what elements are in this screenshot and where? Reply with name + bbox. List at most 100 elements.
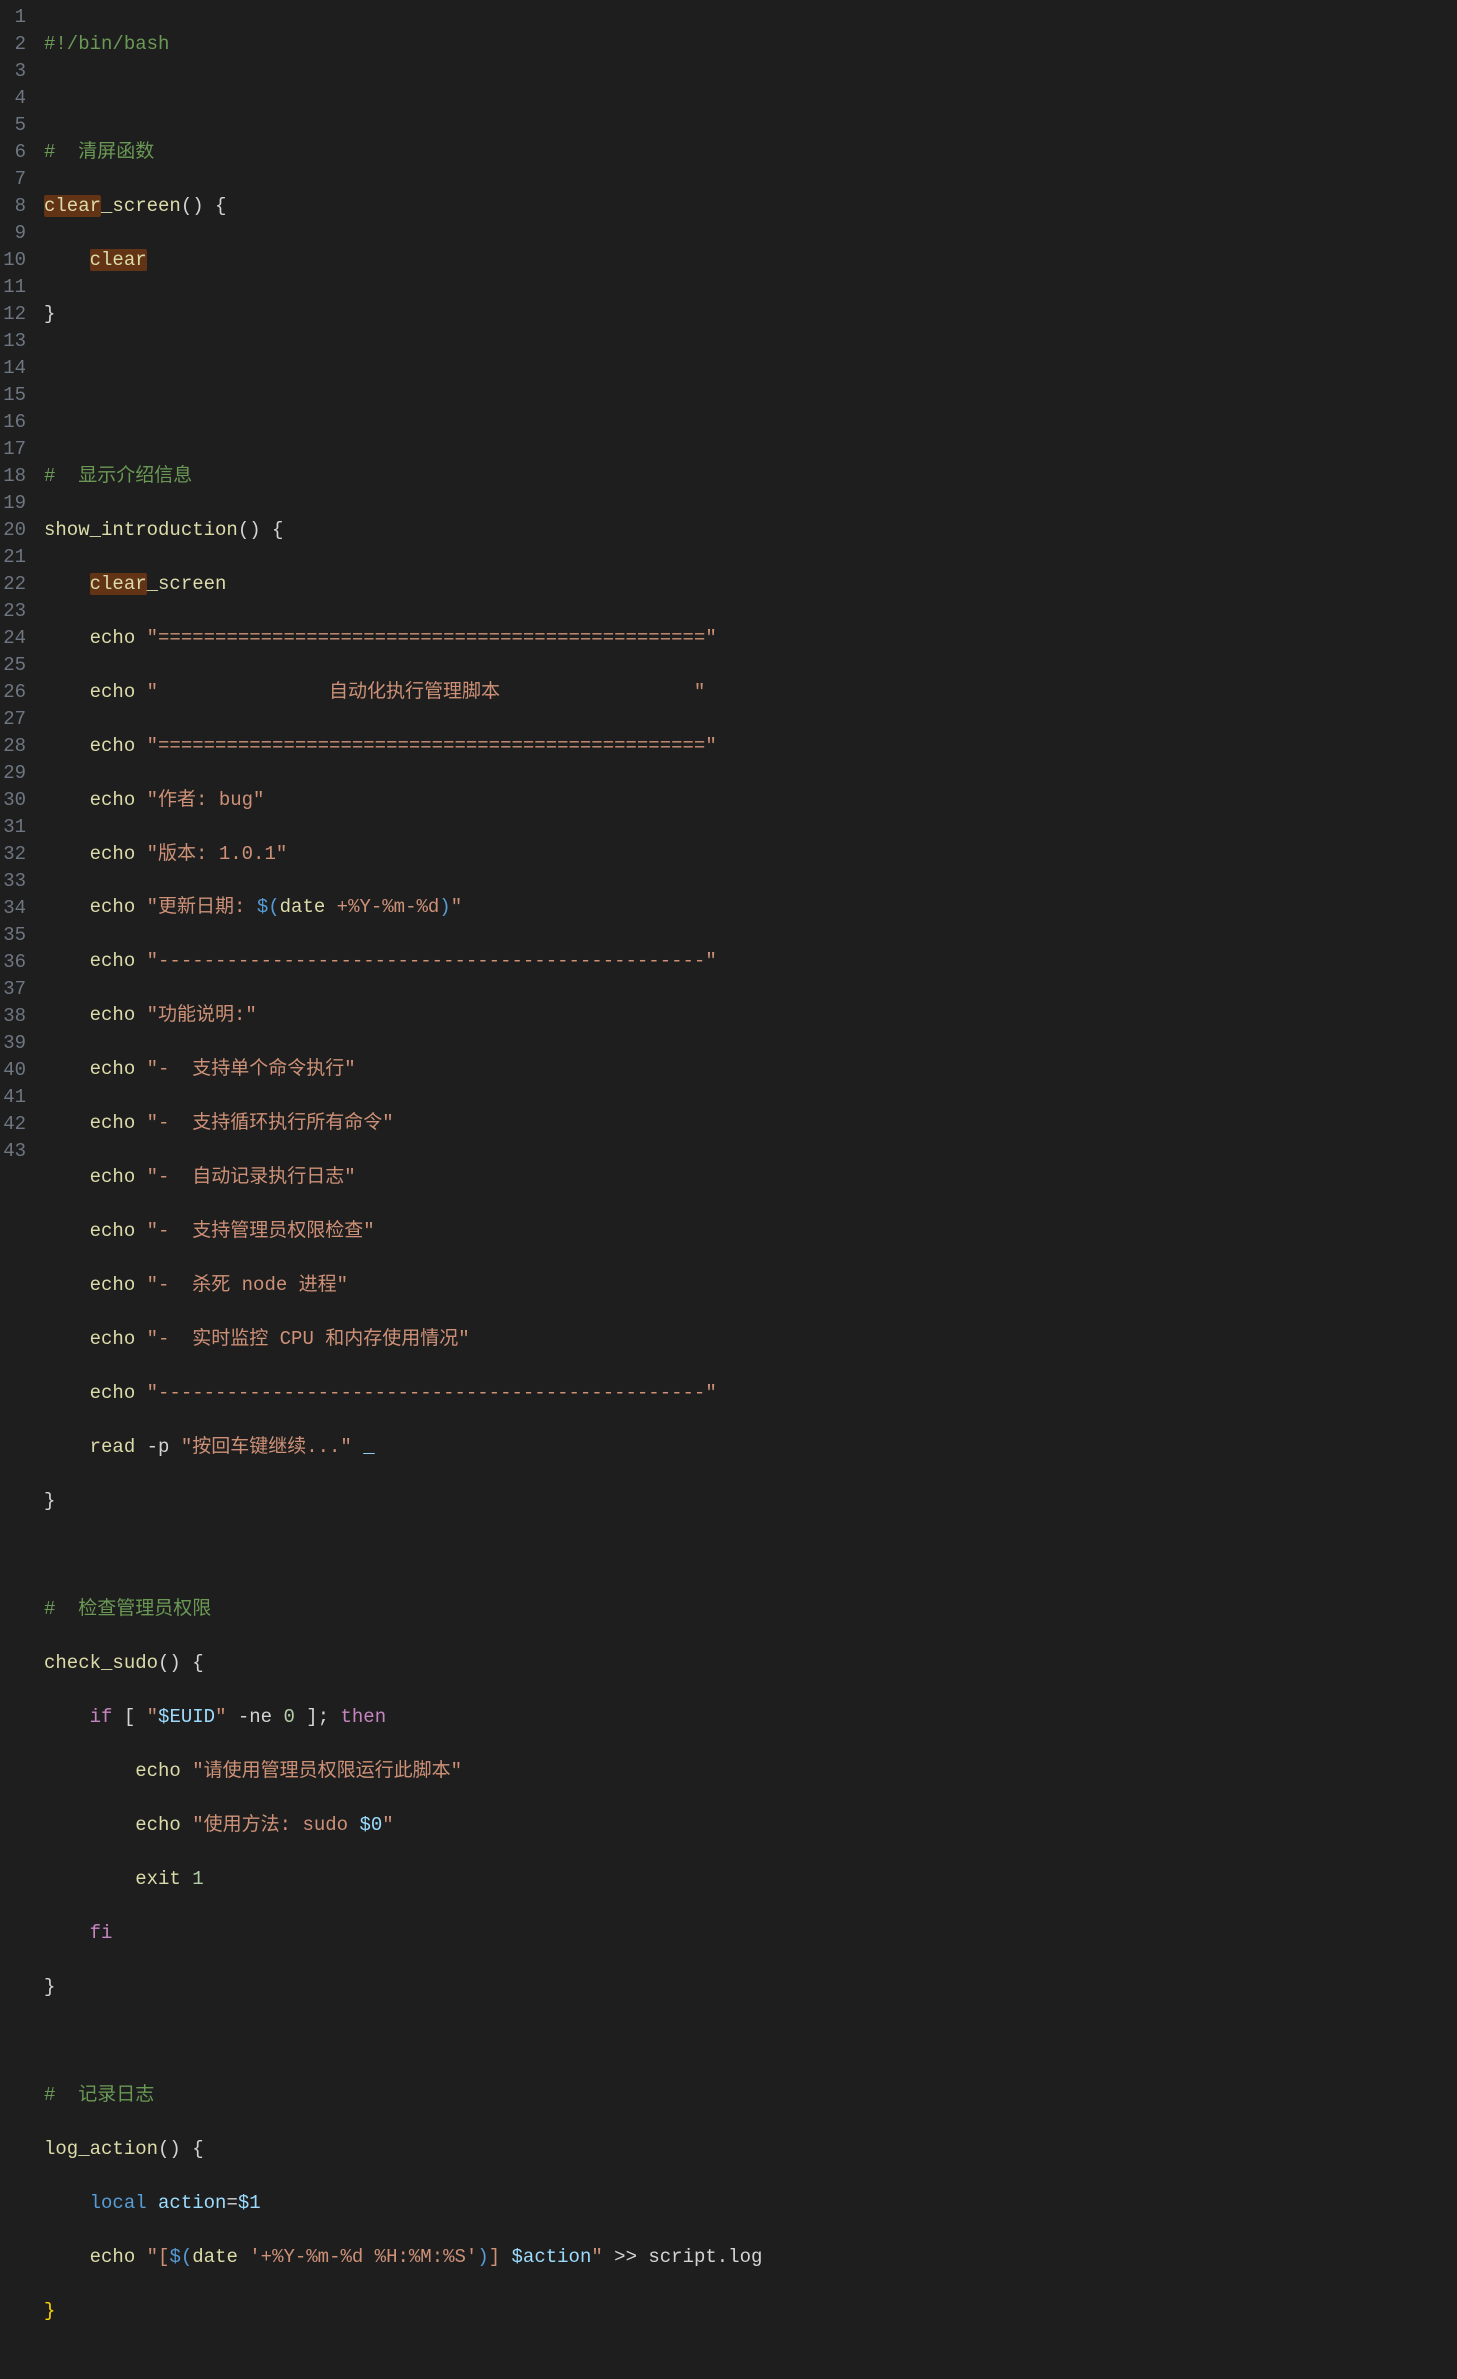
brace: } [44, 1976, 55, 1998]
operator: = [226, 2192, 237, 2214]
subshell-close: ) [439, 896, 450, 918]
command: echo [90, 1112, 136, 1134]
subshell-open: $( [257, 896, 280, 918]
line-number: 16 [0, 409, 34, 436]
line-number: 24 [0, 625, 34, 652]
quote: " [147, 1706, 158, 1728]
line-number: 14 [0, 355, 34, 382]
line-number: 11 [0, 274, 34, 301]
string: +%Y-%m-%d [325, 896, 439, 918]
command: echo [90, 627, 136, 649]
line-number-gutter: 1234567891011121314151617181920212223242… [0, 0, 34, 1667]
line-number: 33 [0, 868, 34, 895]
variable: $1 [238, 2192, 261, 2214]
func-name: check_sudo [44, 1652, 158, 1674]
line-number: 31 [0, 814, 34, 841]
shebang: #!/bin/bash [44, 33, 169, 55]
func-name: show_introduction [44, 519, 238, 541]
command: echo [90, 1328, 136, 1350]
line-number: 29 [0, 760, 34, 787]
variable: $action [512, 2246, 592, 2268]
command: echo [135, 1760, 181, 1782]
line-number: 13 [0, 328, 34, 355]
line-number: 19 [0, 490, 34, 517]
string: "---------------------------------------… [147, 1382, 717, 1404]
line-number: 41 [0, 1084, 34, 1111]
command: echo [90, 789, 136, 811]
string: "使用方法: sudo [192, 1814, 359, 1836]
code-content[interactable]: #!/bin/bash # 清屏函数 clear_screen() { clea… [34, 0, 1457, 1667]
line-number: 23 [0, 598, 34, 625]
line-number: 40 [0, 1057, 34, 1084]
string: " [451, 896, 462, 918]
func-name: _screen [101, 195, 181, 217]
operator: -ne [226, 1706, 283, 1728]
comment: # 清屏函数 [44, 141, 154, 163]
command: echo [90, 896, 136, 918]
line-number: 4 [0, 85, 34, 112]
command: echo [90, 1382, 136, 1404]
line-number: 34 [0, 895, 34, 922]
line-number: 37 [0, 976, 34, 1003]
command: clear [90, 573, 147, 595]
punct: () { [158, 2138, 204, 2160]
line-number: 30 [0, 787, 34, 814]
line-number: 35 [0, 922, 34, 949]
line-number: 26 [0, 679, 34, 706]
brace: } [44, 1490, 55, 1512]
string: "功能说明:" [147, 1004, 257, 1026]
command: date [192, 2246, 238, 2268]
line-number: 36 [0, 949, 34, 976]
command: echo [90, 735, 136, 757]
command: echo [90, 1220, 136, 1242]
command: echo [90, 1004, 136, 1026]
string: "- 支持单个命令执行" [147, 1058, 356, 1080]
string: "作者: bug" [147, 789, 265, 811]
command: echo [90, 681, 136, 703]
string: "- 支持管理员权限检查" [147, 1220, 375, 1242]
string: "=======================================… [147, 627, 717, 649]
line-number: 39 [0, 1030, 34, 1057]
line-number: 25 [0, 652, 34, 679]
punct: () { [181, 195, 227, 217]
func-name: clear [44, 195, 101, 217]
subshell-close: ) [477, 2246, 488, 2268]
string: " [591, 2246, 602, 2268]
comment: # 显示介绍信息 [44, 465, 192, 487]
line-number: 28 [0, 733, 34, 760]
line-number: 22 [0, 571, 34, 598]
line-number: 9 [0, 220, 34, 247]
line-number: 7 [0, 166, 34, 193]
string: "- 自动记录执行日志" [147, 1166, 356, 1188]
line-number: 42 [0, 1111, 34, 1138]
line-number: 8 [0, 193, 34, 220]
line-number: 21 [0, 544, 34, 571]
line-number: 5 [0, 112, 34, 139]
keyword-then: then [341, 1706, 387, 1728]
punct: () { [158, 1652, 204, 1674]
command: echo [90, 1058, 136, 1080]
func-name: log_action [44, 2138, 158, 2160]
line-number: 3 [0, 58, 34, 85]
command: echo [90, 950, 136, 972]
command: exit [135, 1868, 181, 1890]
variable: $EUID [158, 1706, 215, 1728]
redirect: >> script.log [603, 2246, 763, 2268]
number: 0 [283, 1706, 294, 1728]
command: echo [90, 1274, 136, 1296]
bracket: ]; [295, 1706, 341, 1728]
line-number: 43 [0, 1138, 34, 1165]
punct: () { [238, 519, 284, 541]
string: '+%Y-%m-%d %H:%M:%S' [238, 2246, 477, 2268]
line-number: 38 [0, 1003, 34, 1030]
command: _screen [147, 573, 227, 595]
variable: action [147, 2192, 227, 2214]
line-number: 1 [0, 4, 34, 31]
line-number: 2 [0, 31, 34, 58]
line-number: 27 [0, 706, 34, 733]
keyword-if: if [90, 1706, 113, 1728]
quote: " [215, 1706, 226, 1728]
keyword-local: local [90, 2192, 147, 2214]
string: "- 实时监控 CPU 和内存使用情况" [147, 1328, 470, 1350]
line-number: 6 [0, 139, 34, 166]
